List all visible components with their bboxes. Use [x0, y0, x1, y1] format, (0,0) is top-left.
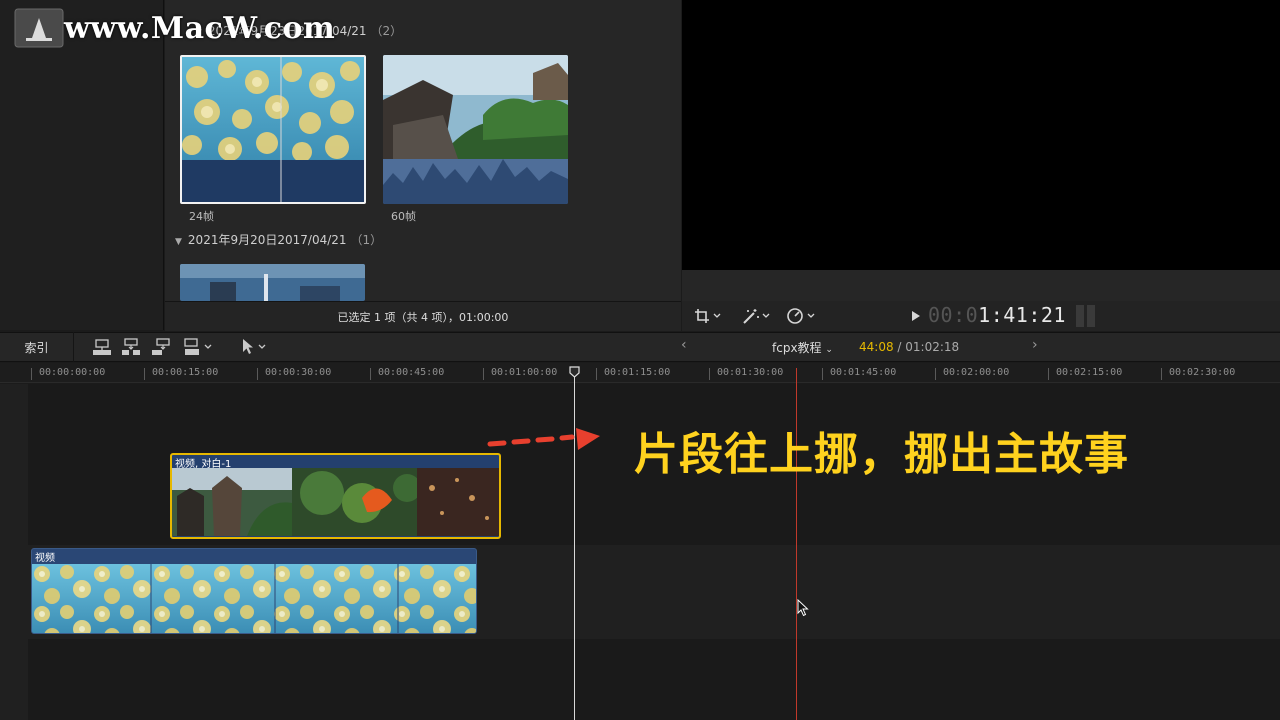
- viewer-timecode: 00:01:41:21: [928, 303, 1066, 327]
- clip-filmstrip: [172, 468, 499, 536]
- ruler-tick: [257, 368, 258, 380]
- ruler-tick: [483, 368, 484, 380]
- connect-icon[interactable]: [92, 338, 120, 356]
- event-group-header[interactable]: ▼ 2021年9月20日2017/04/21 （1）: [175, 231, 382, 248]
- ruler-tick-label: 00:01:15:00: [604, 367, 671, 378]
- ruler-tick: [144, 368, 145, 380]
- chevron-left-icon[interactable]: ‹: [681, 337, 687, 353]
- play-icon[interactable]: [910, 306, 922, 326]
- ruler-tick-label: 00:02:15:00: [1056, 367, 1123, 378]
- annotation-text: 片段往上挪，挪出主故事: [634, 429, 1129, 480]
- audio-meter-left: [1076, 305, 1084, 327]
- ruler-tick-label: 00:00:30:00: [265, 367, 332, 378]
- ruler-tick-label: 00:02:30:00: [1169, 367, 1236, 378]
- ruler-tick: [1161, 368, 1162, 380]
- ruler-tick: [596, 368, 597, 380]
- select-tool-icon[interactable]: [240, 338, 268, 356]
- browser-clip-city[interactable]: [180, 264, 365, 301]
- clip-thumbnail: [182, 57, 364, 202]
- timeline-gutter: [0, 384, 28, 720]
- ruler-tick-label: 00:02:00:00: [943, 367, 1010, 378]
- clip-label: 视频: [35, 553, 55, 564]
- project-duration: 44:08 / 01:02:18: [859, 340, 960, 354]
- chevron-down-icon[interactable]: ⌄: [825, 345, 833, 355]
- browser-clip-temple[interactable]: [383, 55, 568, 204]
- magic-wand-icon[interactable]: [741, 306, 773, 326]
- playhead-handle-icon[interactable]: [569, 366, 580, 378]
- ruler-tick-label: 00:01:45:00: [830, 367, 897, 378]
- ruler-tick-label: 00:01:30:00: [717, 367, 784, 378]
- clip-thumbnail: [180, 264, 365, 301]
- mouse-cursor-icon: [797, 599, 809, 617]
- overwrite-icon[interactable]: [183, 338, 212, 356]
- insert-icon[interactable]: [121, 338, 149, 356]
- append-icon[interactable]: [151, 338, 179, 356]
- project-name[interactable]: fcpx教程 ⌄: [772, 339, 833, 356]
- connected-clip[interactable]: 视频, 对白-1: [170, 453, 501, 539]
- annotation-arrow-icon: [487, 428, 600, 450]
- ruler-tick: [1048, 368, 1049, 380]
- ruler-tick: [31, 368, 32, 380]
- clip-fps-label: 60帧: [391, 210, 416, 223]
- ruler-tick: [822, 368, 823, 380]
- library-sidebar: [0, 0, 164, 330]
- disclosure-triangle-icon[interactable]: ▼: [175, 237, 182, 247]
- watermark: www.MacW.com: [14, 8, 335, 48]
- browser-clip-jellyfish[interactable]: [180, 55, 366, 204]
- watermark-text: www.MacW.com: [64, 10, 336, 46]
- ruler-tick-label: 00:01:00:00: [491, 367, 558, 378]
- playhead-line[interactable]: [574, 368, 575, 720]
- ruler-tick-label: 00:00:00:00: [39, 367, 106, 378]
- ruler-tick: [935, 368, 936, 380]
- macw-logo-icon: [14, 8, 64, 48]
- primary-clip[interactable]: 视频: [31, 548, 477, 634]
- viewer-canvas[interactable]: [682, 0, 1280, 270]
- audio-meter-right: [1087, 305, 1095, 327]
- ruler-tick: [370, 368, 371, 380]
- crop-icon[interactable]: [694, 306, 724, 326]
- speed-icon[interactable]: [786, 306, 818, 326]
- ruler-tick-label: 00:00:15:00: [152, 367, 219, 378]
- clip-thumbnail: [383, 55, 568, 204]
- chevron-right-icon[interactable]: ›: [1032, 337, 1038, 353]
- viewer-separator: [682, 270, 1280, 301]
- browser-status: 已选定 1 项（共 4 项），01:00:00: [165, 301, 681, 331]
- clip-filmstrip: [32, 564, 476, 633]
- browser-panel: ▼ 2021年9月23日2017/04/21 （2） 24帧 60帧 ▼ 202…: [165, 0, 681, 330]
- ruler-tick: [709, 368, 710, 380]
- clip-fps-label: 24帧: [189, 210, 214, 223]
- index-button[interactable]: 索引: [0, 332, 74, 362]
- ruler-tick-label: 00:00:45:00: [378, 367, 445, 378]
